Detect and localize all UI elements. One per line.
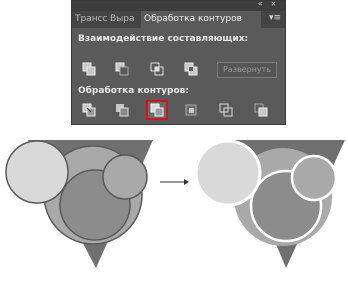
merge-illustration bbox=[5, 139, 345, 268]
after-shapes bbox=[194, 139, 345, 268]
right-circle bbox=[102, 154, 148, 200]
merged-right-circle bbox=[290, 154, 338, 202]
before-shapes bbox=[5, 140, 153, 268]
merged-left-circle bbox=[194, 139, 262, 207]
left-circle bbox=[5, 140, 69, 204]
arrow-icon bbox=[160, 179, 189, 185]
